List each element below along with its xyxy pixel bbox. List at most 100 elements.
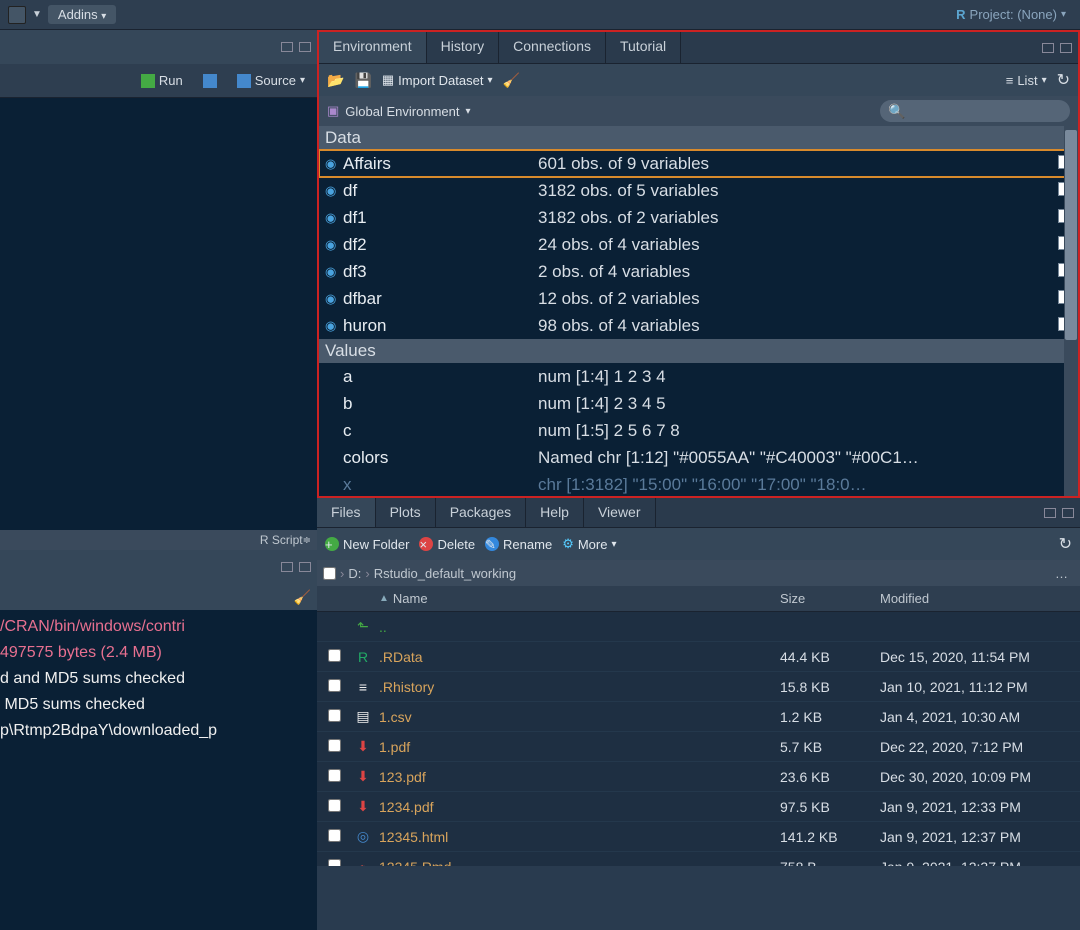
source-editor[interactable] bbox=[0, 98, 317, 530]
file-name[interactable]: 123.pdf bbox=[375, 769, 780, 785]
source-button[interactable]: Source ▾ bbox=[231, 71, 311, 90]
file-checkbox[interactable] bbox=[328, 859, 341, 867]
rename-button[interactable]: ✎Rename bbox=[485, 537, 552, 552]
env-data-row[interactable]: ◉df13182 obs. of 2 variables bbox=[319, 204, 1078, 231]
expand-icon[interactable]: ◉ bbox=[325, 231, 343, 258]
env-data-row[interactable]: ◉huron98 obs. of 4 variables bbox=[319, 312, 1078, 339]
file-checkbox[interactable] bbox=[328, 739, 341, 752]
project-button[interactable]: R Project: (None) ▾ bbox=[950, 5, 1072, 24]
file-up-row[interactable]: ⬑.. bbox=[317, 612, 1080, 642]
file-checkbox[interactable] bbox=[328, 829, 341, 842]
env-value-row[interactable]: cnum [1:5] 2 5 6 7 8 bbox=[319, 417, 1078, 444]
top-toolbar: ▼ Addins ▾ R Project: (None) ▾ bbox=[0, 0, 1080, 30]
sort-by-size[interactable]: Size bbox=[780, 591, 880, 606]
tab-plots[interactable]: Plots bbox=[376, 498, 436, 527]
file-row[interactable]: ◐12345.Rmd758 BJan 9, 2021, 12:37 PM bbox=[317, 852, 1080, 866]
env-data-row[interactable]: ◉dfbar12 obs. of 2 variables bbox=[319, 285, 1078, 312]
env-list[interactable]: Data◉Affairs601 obs. of 9 variables◉df31… bbox=[319, 126, 1078, 496]
file-checkbox[interactable] bbox=[328, 709, 341, 722]
console-line: MD5 sums checked bbox=[0, 692, 317, 718]
env-data-row[interactable]: ◉df224 obs. of 4 variables bbox=[319, 231, 1078, 258]
file-row[interactable]: ◎12345.html141.2 KBJan 9, 2021, 12:37 PM bbox=[317, 822, 1080, 852]
tab-history[interactable]: History bbox=[427, 32, 500, 63]
file-name[interactable]: .Rhistory bbox=[375, 679, 780, 695]
file-list[interactable]: ⬑..R.RData44.4 KBDec 15, 2020, 11:54 PM≡… bbox=[317, 612, 1080, 866]
refresh-icon[interactable]: ↻ bbox=[1057, 70, 1070, 90]
file-type-icon: ◎ bbox=[351, 828, 375, 845]
env-data-row[interactable]: ◉df32 obs. of 4 variables bbox=[319, 258, 1078, 285]
expand-icon[interactable]: ◉ bbox=[325, 150, 343, 177]
refresh-files-icon[interactable]: ↻ bbox=[1059, 534, 1072, 554]
clear-console-icon[interactable]: 🧹 bbox=[294, 589, 311, 606]
view-mode-button[interactable]: ≡ List ▾ bbox=[1006, 73, 1047, 88]
tab-tutorial[interactable]: Tutorial bbox=[606, 32, 681, 63]
run-button[interactable]: Run bbox=[135, 71, 189, 90]
tab-packages[interactable]: Packages bbox=[436, 498, 526, 527]
breadcrumb: › D: › Rstudio_default_working … bbox=[317, 560, 1080, 586]
breadcrumb-item[interactable]: Rstudio_default_working bbox=[374, 566, 516, 581]
rerun-button[interactable] bbox=[197, 72, 223, 90]
new-folder-button[interactable]: +New Folder bbox=[325, 537, 409, 552]
expand-icon[interactable]: ◉ bbox=[325, 177, 343, 204]
env-data-row[interactable]: ◉df3182 obs. of 5 variables bbox=[319, 177, 1078, 204]
delete-button[interactable]: ×Delete bbox=[419, 537, 475, 552]
file-row[interactable]: ≡.Rhistory15.8 KBJan 10, 2021, 11:12 PM bbox=[317, 672, 1080, 702]
file-row[interactable]: ▤1.csv1.2 KBJan 4, 2021, 10:30 AM bbox=[317, 702, 1080, 732]
file-row[interactable]: R.RData44.4 KBDec 15, 2020, 11:54 PM bbox=[317, 642, 1080, 672]
file-name[interactable]: 1.csv bbox=[375, 709, 780, 725]
console-output[interactable]: /CRAN/bin/windows/contri497575 bytes (2.… bbox=[0, 610, 317, 930]
import-dataset-button[interactable]: ▦ Import Dataset ▾ bbox=[382, 72, 493, 88]
minimize-icon[interactable] bbox=[281, 42, 293, 52]
panes-icon[interactable] bbox=[8, 6, 26, 24]
maximize-icon[interactable] bbox=[299, 42, 311, 52]
env-value-row[interactable]: xchr [1:3182] "15:00" "16:00" "17:00" "1… bbox=[319, 471, 1078, 496]
file-row[interactable]: ⬇123.pdf23.6 KBDec 30, 2020, 10:09 PM bbox=[317, 762, 1080, 792]
files-tabbar: FilesPlotsPackagesHelpViewer bbox=[317, 498, 1080, 528]
tab-connections[interactable]: Connections bbox=[499, 32, 606, 63]
breadcrumb-more-icon[interactable]: … bbox=[1049, 566, 1074, 581]
file-checkbox[interactable] bbox=[328, 799, 341, 812]
minimize-icon[interactable] bbox=[1044, 508, 1056, 518]
file-row[interactable]: ⬇1.pdf5.7 KBDec 22, 2020, 7:12 PM bbox=[317, 732, 1080, 762]
tab-viewer[interactable]: Viewer bbox=[584, 498, 656, 527]
maximize-icon[interactable] bbox=[1062, 508, 1074, 518]
env-tabbar: EnvironmentHistoryConnectionsTutorial bbox=[319, 32, 1078, 64]
minimize-icon[interactable] bbox=[281, 562, 293, 572]
env-value-row[interactable]: anum [1:4] 1 2 3 4 bbox=[319, 363, 1078, 390]
source-statusbar: R Script ≑ bbox=[0, 530, 317, 550]
expand-icon[interactable]: ◉ bbox=[325, 204, 343, 231]
save-workspace-icon[interactable]: 💾 bbox=[354, 72, 371, 89]
select-all-checkbox[interactable] bbox=[323, 567, 336, 580]
sort-by-modified[interactable]: Modified bbox=[880, 591, 1080, 606]
search-input[interactable]: 🔍 bbox=[880, 100, 1070, 122]
file-name[interactable]: .RData bbox=[375, 649, 780, 665]
expand-icon[interactable]: ◉ bbox=[325, 258, 343, 285]
expand-icon[interactable]: ◉ bbox=[325, 285, 343, 312]
env-value-row[interactable]: bnum [1:4] 2 3 4 5 bbox=[319, 390, 1078, 417]
sort-by-name[interactable]: ▲Name bbox=[375, 591, 780, 606]
file-name[interactable]: 12345.html bbox=[375, 829, 780, 845]
scrollbar[interactable] bbox=[1064, 126, 1078, 496]
file-name[interactable]: 1234.pdf bbox=[375, 799, 780, 815]
tab-help[interactable]: Help bbox=[526, 498, 584, 527]
maximize-icon[interactable] bbox=[1060, 43, 1072, 53]
more-button[interactable]: ⚙More ▾ bbox=[562, 536, 616, 552]
file-row[interactable]: ⬇1234.pdf97.5 KBJan 9, 2021, 12:33 PM bbox=[317, 792, 1080, 822]
maximize-icon[interactable] bbox=[299, 562, 311, 572]
tab-files[interactable]: Files bbox=[317, 498, 376, 527]
file-checkbox[interactable] bbox=[328, 769, 341, 782]
minimize-icon[interactable] bbox=[1042, 43, 1054, 53]
addins-button[interactable]: Addins ▾ bbox=[48, 5, 116, 24]
file-name[interactable]: 1.pdf bbox=[375, 739, 780, 755]
file-checkbox[interactable] bbox=[328, 679, 341, 692]
file-name[interactable]: 12345.Rmd bbox=[375, 859, 780, 867]
breadcrumb-item[interactable]: D: bbox=[348, 566, 361, 581]
tab-environment[interactable]: Environment bbox=[319, 32, 427, 63]
env-value-row[interactable]: colorsNamed chr [1:12] "#0055AA" "#C4000… bbox=[319, 444, 1078, 471]
clear-env-icon[interactable]: 🧹 bbox=[502, 72, 519, 89]
scope-selector[interactable]: ▣ Global Environment ▾ bbox=[327, 103, 471, 119]
file-checkbox[interactable] bbox=[328, 649, 341, 662]
expand-icon[interactable]: ◉ bbox=[325, 312, 343, 339]
env-data-row[interactable]: ◉Affairs601 obs. of 9 variables bbox=[319, 150, 1078, 177]
load-workspace-icon[interactable]: 📂 bbox=[327, 72, 344, 89]
